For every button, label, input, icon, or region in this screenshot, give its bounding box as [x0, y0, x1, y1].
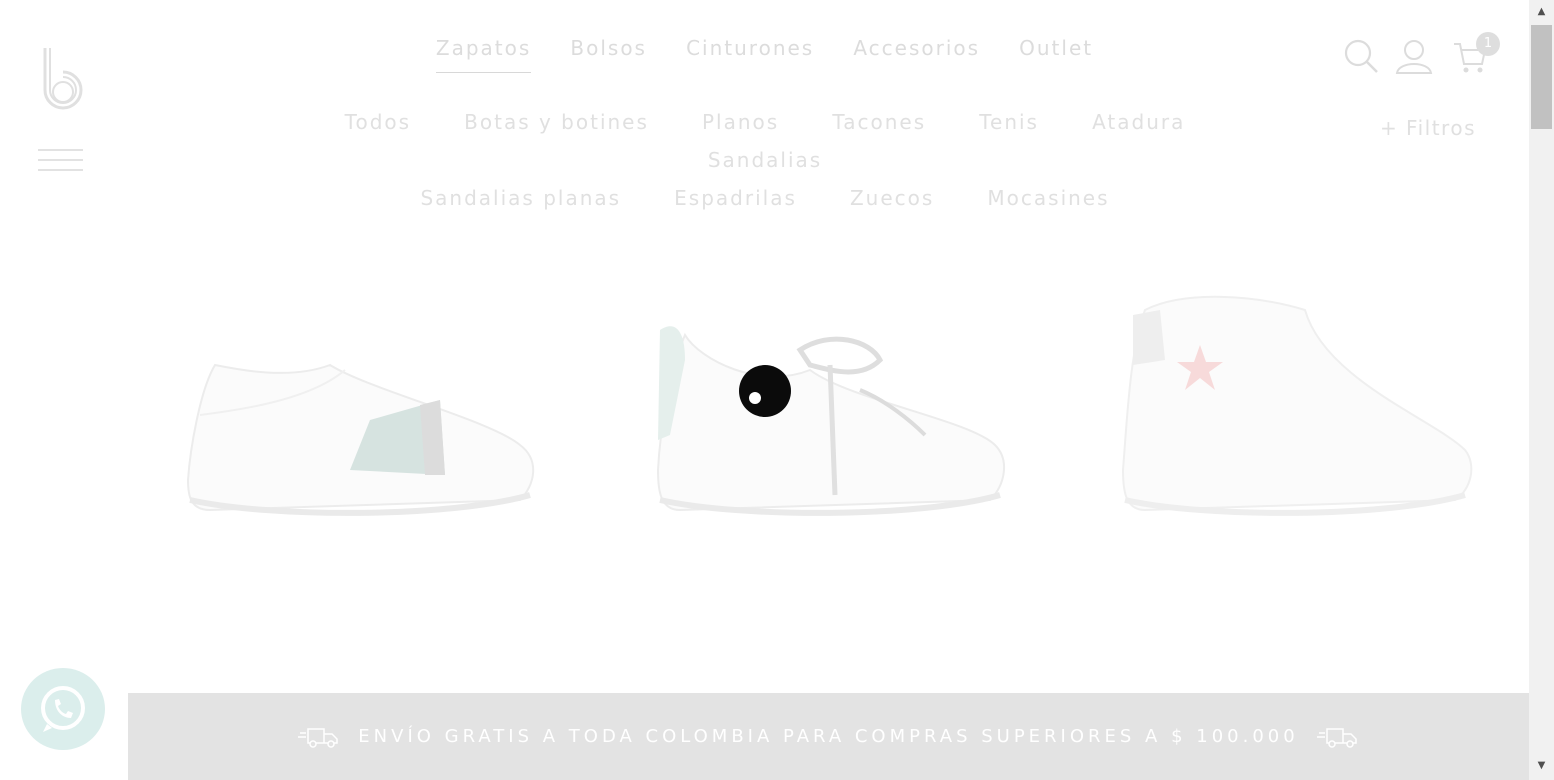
nav-item-accesorios[interactable]: Accesorios: [853, 36, 980, 72]
category-espadrilas[interactable]: Espadrilas: [674, 180, 797, 216]
product-sneaker-3[interactable]: [1105, 270, 1485, 530]
category-planos[interactable]: Planos: [702, 104, 779, 140]
vertical-scrollbar[interactable]: ▲ ▼: [1529, 0, 1554, 780]
delivery-truck-icon: [298, 727, 339, 748]
category-tacones[interactable]: Tacones: [832, 104, 926, 140]
category-sandalias-planas[interactable]: Sandalias planas: [420, 180, 621, 216]
filters-button[interactable]: + Filtros: [1380, 116, 1476, 140]
scroll-down-arrow-icon[interactable]: ▼: [1529, 757, 1554, 775]
category-sandalias[interactable]: Sandalias: [708, 142, 822, 178]
category-zuecos[interactable]: Zuecos: [850, 180, 934, 216]
category-nav: Todos Botas y botines Planos Tacones Ten…: [250, 104, 1280, 218]
category-tenis[interactable]: Tenis: [979, 104, 1039, 140]
category-mocasines[interactable]: Mocasines: [987, 180, 1109, 216]
product-sneaker-1[interactable]: [170, 270, 550, 530]
shipping-banner-text: ENVÍO GRATIS A TODA COLOMBIA PARA COMPRA…: [358, 726, 1299, 747]
nav-item-outlet[interactable]: Outlet: [1019, 36, 1093, 72]
product-sneaker-2[interactable]: [640, 270, 1020, 530]
page: Zapatos Bolsos Cinturones Accesorios Out…: [0, 0, 1554, 780]
category-botas-y-botines[interactable]: Botas y botines: [464, 104, 649, 140]
whatsapp-icon: [41, 686, 85, 732]
category-todos[interactable]: Todos: [345, 104, 411, 140]
nav-item-cinturones[interactable]: Cinturones: [686, 36, 814, 72]
scroll-up-arrow-icon[interactable]: ▲: [1529, 3, 1554, 21]
scrollbar-thumb[interactable]: [1531, 25, 1552, 129]
main-nav: Zapatos Bolsos Cinturones Accesorios Out…: [0, 36, 1529, 73]
nav-item-zapatos[interactable]: Zapatos: [435, 36, 532, 73]
search-icon[interactable]: [1343, 38, 1379, 74]
nav-item-bolsos[interactable]: Bolsos: [570, 36, 647, 72]
loading-spinner: [739, 365, 791, 417]
cart-count-badge: 1: [1476, 32, 1500, 56]
delivery-truck-icon: [1316, 727, 1357, 748]
category-atadura[interactable]: Atadura: [1092, 104, 1185, 140]
user-icon[interactable]: [1395, 40, 1433, 74]
shipping-banner: ENVÍO GRATIS A TODA COLOMBIA PARA COMPRA…: [128, 693, 1529, 780]
hamburger-menu-button[interactable]: [38, 149, 84, 173]
whatsapp-button[interactable]: [21, 668, 105, 750]
